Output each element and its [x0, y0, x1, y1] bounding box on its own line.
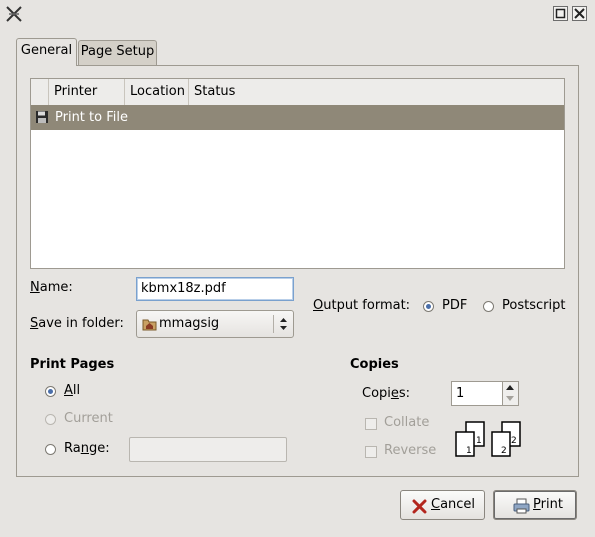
tab-general[interactable]: General	[16, 38, 77, 66]
close-window-button[interactable]	[572, 6, 587, 21]
folder-name: mmagsig	[159, 316, 220, 331]
reverse-label: Reverse	[384, 443, 437, 458]
page-range-input	[129, 437, 287, 462]
reverse-checkbox	[365, 446, 377, 458]
tab-page-setup[interactable]: Page Setup	[78, 40, 157, 65]
printer-icon	[513, 498, 530, 514]
collate-checkbox	[365, 418, 377, 430]
copies-heading: Copies	[350, 357, 399, 372]
copies-label: Copies:	[362, 386, 411, 401]
save-in-folder-label: Save in folder:	[30, 316, 124, 331]
column-header-icon[interactable]	[31, 79, 49, 105]
spin-up-icon[interactable]	[506, 384, 514, 390]
pages-current-label: Current	[64, 411, 113, 426]
svg-text:2: 2	[501, 446, 507, 456]
column-header-location[interactable]: Location	[125, 79, 189, 105]
copies-value: 1	[456, 386, 465, 401]
maximize-button[interactable]	[553, 6, 568, 21]
floppy-disk-icon	[36, 111, 48, 123]
printer-app-icon	[6, 6, 22, 22]
cancel-x-icon	[412, 499, 427, 514]
close-icon	[574, 8, 585, 19]
combo-arrows-icon	[280, 318, 287, 330]
cancel-button-label: Cancel	[431, 497, 476, 512]
cancel-button[interactable]: Cancel	[400, 490, 485, 520]
format-pdf-radio[interactable]	[423, 301, 434, 312]
home-folder-icon	[142, 319, 157, 331]
pages-all-radio[interactable]	[45, 386, 56, 397]
title-bar	[0, 0, 595, 28]
svg-text:2: 2	[511, 436, 517, 446]
copies-spin-buttons[interactable]	[502, 382, 518, 405]
combo-separator	[273, 315, 274, 333]
file-name-input[interactable]: kbmx18z.pdf	[136, 277, 294, 301]
format-postscript-label[interactable]: Postscript	[502, 297, 565, 315]
collate-label: Collate	[384, 415, 430, 430]
print-button-label: Print	[533, 497, 563, 512]
copies-spinbutton[interactable]: 1	[451, 381, 519, 406]
printer-row-print-to-file[interactable]: Print to File	[31, 105, 564, 130]
pages-range-radio[interactable]	[45, 444, 56, 455]
svg-text:1: 1	[466, 446, 472, 456]
spin-down-icon[interactable]	[506, 396, 514, 402]
format-pdf-label[interactable]: PDF	[442, 297, 467, 315]
printer-name: Print to File	[55, 110, 128, 125]
svg-text:1: 1	[476, 436, 482, 446]
print-button[interactable]: Print	[493, 490, 577, 520]
column-header-status[interactable]: Status	[189, 79, 564, 105]
print-pages-heading: Print Pages	[30, 357, 115, 372]
maximize-icon	[555, 8, 566, 19]
pages-current-radio	[45, 414, 56, 425]
save-in-folder-combo[interactable]: mmagsig	[136, 310, 294, 338]
file-name-value: kbmx18z.pdf	[141, 281, 226, 296]
printer-list-header: Printer Location Status	[31, 79, 564, 106]
collate-pages-icon: 1 1 2 2	[455, 421, 521, 457]
pages-range-label[interactable]: Range:	[64, 440, 110, 458]
pages-all-label[interactable]: All	[64, 382, 80, 400]
format-postscript-radio[interactable]	[483, 301, 494, 312]
column-header-printer[interactable]: Printer	[49, 79, 125, 105]
name-label: Name:	[30, 280, 73, 295]
output-format-label: Output format:	[313, 298, 411, 313]
